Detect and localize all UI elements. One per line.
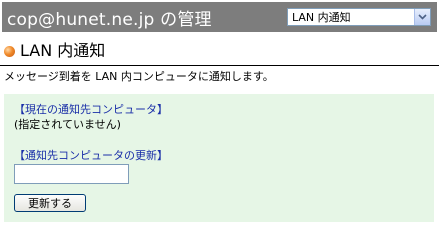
menu-select[interactable]: LAN 内通知: [287, 8, 431, 26]
page-title: cop@hunet.ne.jp の管理: [7, 9, 212, 30]
section-description: メッセージ到着を LAN 内コンピュータに通知します。: [4, 70, 274, 83]
menu-select-value: LAN 内通知: [292, 11, 351, 24]
chevron-down-icon[interactable]: [414, 9, 430, 25]
settings-panel: 【現在の通知先コンピュータ】 (指定されていません) 【通知先コンピュータの更新…: [4, 94, 434, 222]
section-title: LAN 内通知: [20, 41, 106, 60]
header-bar: cop@hunet.ne.jp の管理 LAN 内通知: [2, 2, 437, 32]
current-target-label: 【現在の通知先コンピュータ】: [14, 103, 168, 116]
update-button[interactable]: 更新する: [14, 194, 86, 212]
computer-name-input[interactable]: [14, 164, 129, 184]
section-header: LAN 内通知: [4, 42, 105, 60]
current-target-value: (指定されていません): [14, 118, 121, 131]
orange-bullet-icon: [4, 45, 15, 57]
update-target-label: 【通知先コンピュータの更新】: [14, 149, 168, 162]
title-divider: [0, 65, 439, 66]
